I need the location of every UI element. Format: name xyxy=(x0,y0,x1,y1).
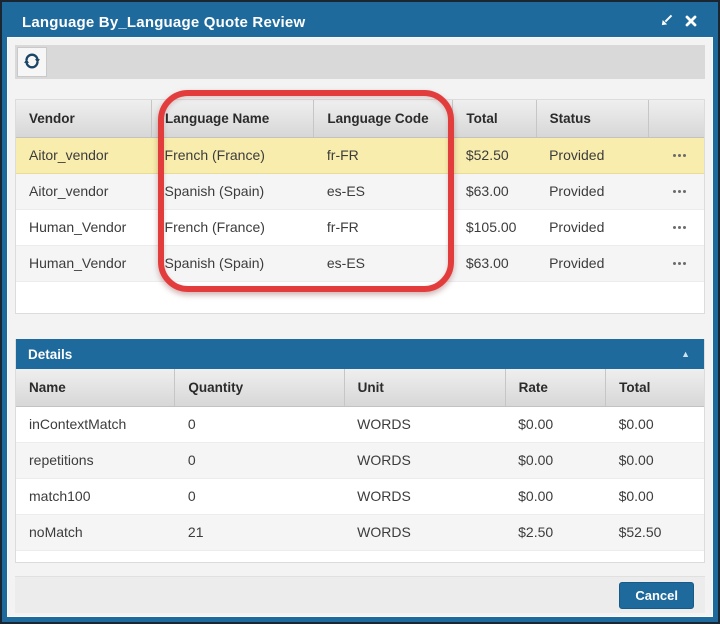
cell-name: noMatch xyxy=(16,514,175,550)
cell-quantity: 0 xyxy=(175,478,344,514)
cell-quantity: 0 xyxy=(175,406,344,442)
column-header-name[interactable]: Name xyxy=(16,369,175,406)
cell-unit: WORDS xyxy=(344,478,505,514)
details-panel: Details ▲ Name Quantity Unit Rate Total xyxy=(15,339,705,563)
dialog-content: Vendor Language Name Language Code Total… xyxy=(7,37,713,617)
cell-language-name: French (France) xyxy=(152,209,314,245)
quote-table-panel: Vendor Language Name Language Code Total… xyxy=(15,99,705,314)
ellipsis-icon xyxy=(673,154,686,157)
quote-row[interactable]: Human_Vendor Spanish (Spain) es-ES $63.0… xyxy=(16,245,704,281)
details-table: Name Quantity Unit Rate Total inContextM… xyxy=(16,369,704,551)
cell-total: $0.00 xyxy=(606,442,704,478)
cell-rate: $0.00 xyxy=(505,478,605,514)
cell-name: inContextMatch xyxy=(16,406,175,442)
row-menu-button[interactable] xyxy=(661,138,698,173)
cell-actions xyxy=(648,245,704,281)
column-header-total[interactable]: Total xyxy=(453,100,536,137)
cell-status: Provided xyxy=(536,209,648,245)
row-menu-button[interactable] xyxy=(661,246,698,281)
ellipsis-icon xyxy=(673,262,686,265)
cell-language-name: Spanish (Spain) xyxy=(152,173,314,209)
quote-row[interactable]: Human_Vendor French (France) fr-FR $105.… xyxy=(16,209,704,245)
ellipsis-icon xyxy=(673,190,686,193)
cell-actions xyxy=(648,173,704,209)
details-panel-header[interactable]: Details ▲ xyxy=(16,339,704,369)
collapse-diagonal-arrow-icon xyxy=(660,14,673,30)
quote-row[interactable]: Aitor_vendor Spanish (Spain) es-ES $63.0… xyxy=(16,173,704,209)
details-row[interactable]: match100 0 WORDS $0.00 $0.00 xyxy=(16,478,704,514)
details-panel-title: Details xyxy=(28,347,72,362)
dialog-title: Language By_Language Quote Review xyxy=(22,14,654,31)
details-row[interactable]: repetitions 0 WORDS $0.00 $0.00 xyxy=(16,442,704,478)
cell-language-code: fr-FR xyxy=(314,209,453,245)
quote-row-selected[interactable]: Aitor_vendor French (France) fr-FR $52.5… xyxy=(16,137,704,173)
refresh-button[interactable] xyxy=(17,47,47,77)
quote-table-header-row: Vendor Language Name Language Code Total… xyxy=(16,100,704,137)
cell-unit: WORDS xyxy=(344,442,505,478)
toolbar xyxy=(15,45,705,79)
cell-status: Provided xyxy=(536,137,648,173)
details-row[interactable]: inContextMatch 0 WORDS $0.00 $0.00 xyxy=(16,406,704,442)
cell-total: $0.00 xyxy=(606,478,704,514)
cell-vendor: Human_Vendor xyxy=(16,209,152,245)
column-header-language-code[interactable]: Language Code xyxy=(314,100,453,137)
close-dialog-button[interactable] xyxy=(679,13,703,32)
cell-quantity: 21 xyxy=(175,514,344,550)
column-header-actions xyxy=(648,100,704,137)
quote-table: Vendor Language Name Language Code Total… xyxy=(16,100,704,282)
dialog-titlebar: Language By_Language Quote Review xyxy=(7,7,713,37)
collapse-panel-icon[interactable]: ▲ xyxy=(681,349,690,359)
column-header-unit[interactable]: Unit xyxy=(344,369,505,406)
cell-language-code: es-ES xyxy=(314,245,453,281)
row-menu-button[interactable] xyxy=(661,210,698,245)
details-table-header-row: Name Quantity Unit Rate Total xyxy=(16,369,704,406)
cell-vendor: Aitor_vendor xyxy=(16,137,152,173)
cell-language-code: fr-FR xyxy=(314,137,453,173)
cell-unit: WORDS xyxy=(344,514,505,550)
row-menu-button[interactable] xyxy=(661,174,698,209)
cell-status: Provided xyxy=(536,245,648,281)
cell-status: Provided xyxy=(536,173,648,209)
details-row[interactable]: noMatch 21 WORDS $2.50 $52.50 xyxy=(16,514,704,550)
cell-language-name: Spanish (Spain) xyxy=(152,245,314,281)
collapse-dialog-button[interactable] xyxy=(654,12,679,32)
close-x-icon xyxy=(685,15,697,30)
cell-language-code: es-ES xyxy=(314,173,453,209)
column-header-status[interactable]: Status xyxy=(536,100,648,137)
column-header-total[interactable]: Total xyxy=(606,369,704,406)
cell-total: $52.50 xyxy=(453,137,536,173)
ellipsis-icon xyxy=(673,226,686,229)
cell-rate: $2.50 xyxy=(505,514,605,550)
refresh-icon xyxy=(24,53,40,72)
cell-name: match100 xyxy=(16,478,175,514)
cell-quantity: 0 xyxy=(175,442,344,478)
dialog-footer: Cancel xyxy=(15,576,705,613)
column-header-language-name[interactable]: Language Name xyxy=(152,100,314,137)
cell-total: $105.00 xyxy=(453,209,536,245)
cell-language-name: French (France) xyxy=(152,137,314,173)
cell-vendor: Human_Vendor xyxy=(16,245,152,281)
cell-name: repetitions xyxy=(16,442,175,478)
column-header-vendor[interactable]: Vendor xyxy=(16,100,152,137)
cell-total: $0.00 xyxy=(606,406,704,442)
quote-review-dialog: Language By_Language Quote Review xyxy=(0,0,720,624)
cell-rate: $0.00 xyxy=(505,442,605,478)
cell-total: $63.00 xyxy=(453,173,536,209)
column-header-quantity[interactable]: Quantity xyxy=(175,369,344,406)
cell-rate: $0.00 xyxy=(505,406,605,442)
column-header-rate[interactable]: Rate xyxy=(505,369,605,406)
cell-total: $52.50 xyxy=(606,514,704,550)
cell-actions xyxy=(648,209,704,245)
cell-total: $63.00 xyxy=(453,245,536,281)
cell-actions xyxy=(648,137,704,173)
cell-unit: WORDS xyxy=(344,406,505,442)
cell-vendor: Aitor_vendor xyxy=(16,173,152,209)
cancel-button[interactable]: Cancel xyxy=(619,582,694,609)
